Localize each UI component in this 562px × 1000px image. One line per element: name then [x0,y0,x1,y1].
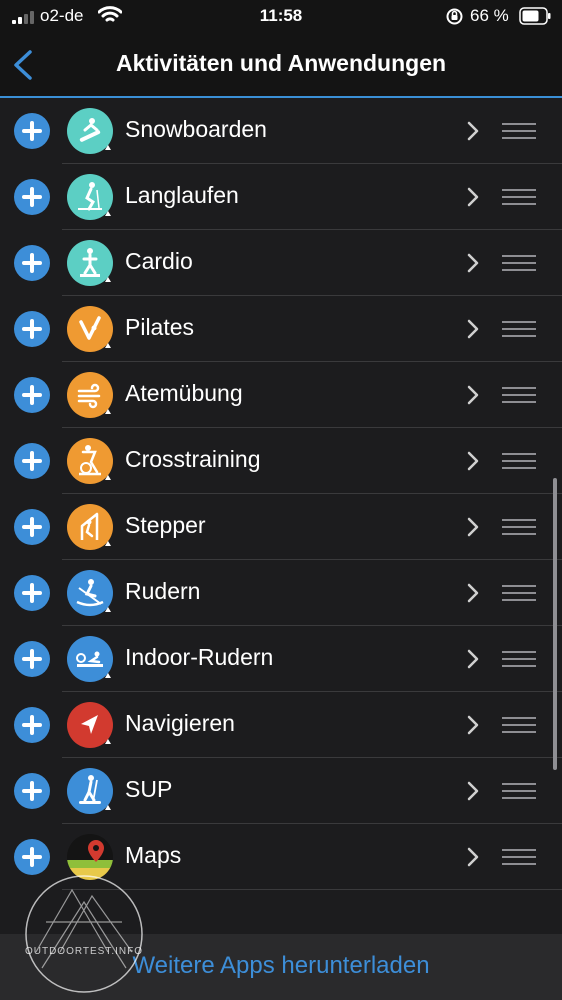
add-icon[interactable] [14,839,50,875]
item-label: Indoor-Rudern [125,644,274,670]
item-label: Navigieren [125,710,235,736]
chevron-right-icon[interactable] [466,582,480,604]
item-label: Pilates [125,314,195,340]
item-label: Langlaufen [125,182,239,208]
drag-handle-icon[interactable] [502,585,536,601]
battery-icon [519,7,551,25]
item-label: Stepper [125,512,206,538]
add-icon[interactable] [14,641,50,677]
rowing-icon [67,570,113,616]
add-icon[interactable] [14,377,50,413]
list-item: Crosstraining [0,428,562,494]
add-icon[interactable] [14,707,50,743]
item-label: Atemübung [125,380,243,406]
add-icon[interactable] [14,311,50,347]
add-icon[interactable] [14,575,50,611]
page-title: Aktivitäten und Anwendungen [115,50,447,76]
sup-icon [67,768,113,814]
drag-handle-icon[interactable] [502,387,536,403]
cross-country-ski-icon [67,174,113,220]
drag-handle-icon[interactable] [502,189,536,205]
chevron-right-icon[interactable] [466,846,480,868]
list-item: SUP [0,758,562,824]
list-item: Stepper [0,494,562,560]
activity-list: Snowboarden Langlaufen Cardio Pilates At… [0,98,562,890]
item-label: Maps [125,842,182,868]
chevron-right-icon[interactable] [466,318,480,340]
chevron-right-icon[interactable] [466,252,480,274]
stair-stepper-icon [67,504,113,550]
add-icon[interactable] [14,443,50,479]
add-icon[interactable] [14,509,50,545]
chevron-right-icon[interactable] [466,780,480,802]
drag-handle-icon[interactable] [502,255,536,271]
chevron-right-icon[interactable] [466,384,480,406]
drag-handle-icon[interactable] [502,849,536,865]
drag-handle-icon[interactable] [502,519,536,535]
item-label: Cardio [125,248,193,274]
watermark-logo-icon [25,875,143,993]
drag-handle-icon[interactable] [502,453,536,469]
rotation-lock-icon [446,8,463,25]
list-item: Indoor-Rudern [0,626,562,692]
add-icon[interactable] [14,245,50,281]
add-icon[interactable] [14,179,50,215]
drag-handle-icon[interactable] [502,321,536,337]
drag-handle-icon[interactable] [502,651,536,667]
list-item: Pilates [0,296,562,362]
add-icon[interactable] [14,773,50,809]
battery-percentage: 66 % [470,6,509,25]
list-item: Atemübung [0,362,562,428]
drag-handle-icon[interactable] [502,717,536,733]
snowboard-icon [67,108,113,154]
drag-handle-icon[interactable] [502,123,536,139]
list-item: Rudern [0,560,562,626]
cardio-icon [67,240,113,286]
chevron-right-icon[interactable] [466,120,480,142]
scrollbar-thumb[interactable] [553,478,557,770]
list-item: Langlaufen [0,164,562,230]
drag-handle-icon[interactable] [502,783,536,799]
status-bar: o2-de 11:58 66 % [0,0,562,34]
item-label: SUP [125,776,173,802]
navigation-bar: Aktivitäten und Anwendungen [0,34,562,98]
list-item: Navigieren [0,692,562,758]
chevron-right-icon[interactable] [466,186,480,208]
add-icon[interactable] [14,113,50,149]
pilates-icon [67,306,113,352]
chevron-right-icon[interactable] [466,648,480,670]
elliptical-icon [67,438,113,484]
item-label: Rudern [125,578,201,604]
item-label: Crosstraining [125,446,261,472]
list-item: Snowboarden [0,98,562,164]
watermark-text: OUTDOORTEST.INFO [24,946,144,957]
item-label: Snowboarden [125,116,267,142]
breathwork-icon [67,372,113,418]
list-item: Cardio [0,230,562,296]
chevron-right-icon[interactable] [466,516,480,538]
chevron-right-icon[interactable] [466,714,480,736]
indoor-rowing-icon [67,636,113,682]
navigate-icon [67,702,113,748]
chevron-right-icon[interactable] [466,450,480,472]
